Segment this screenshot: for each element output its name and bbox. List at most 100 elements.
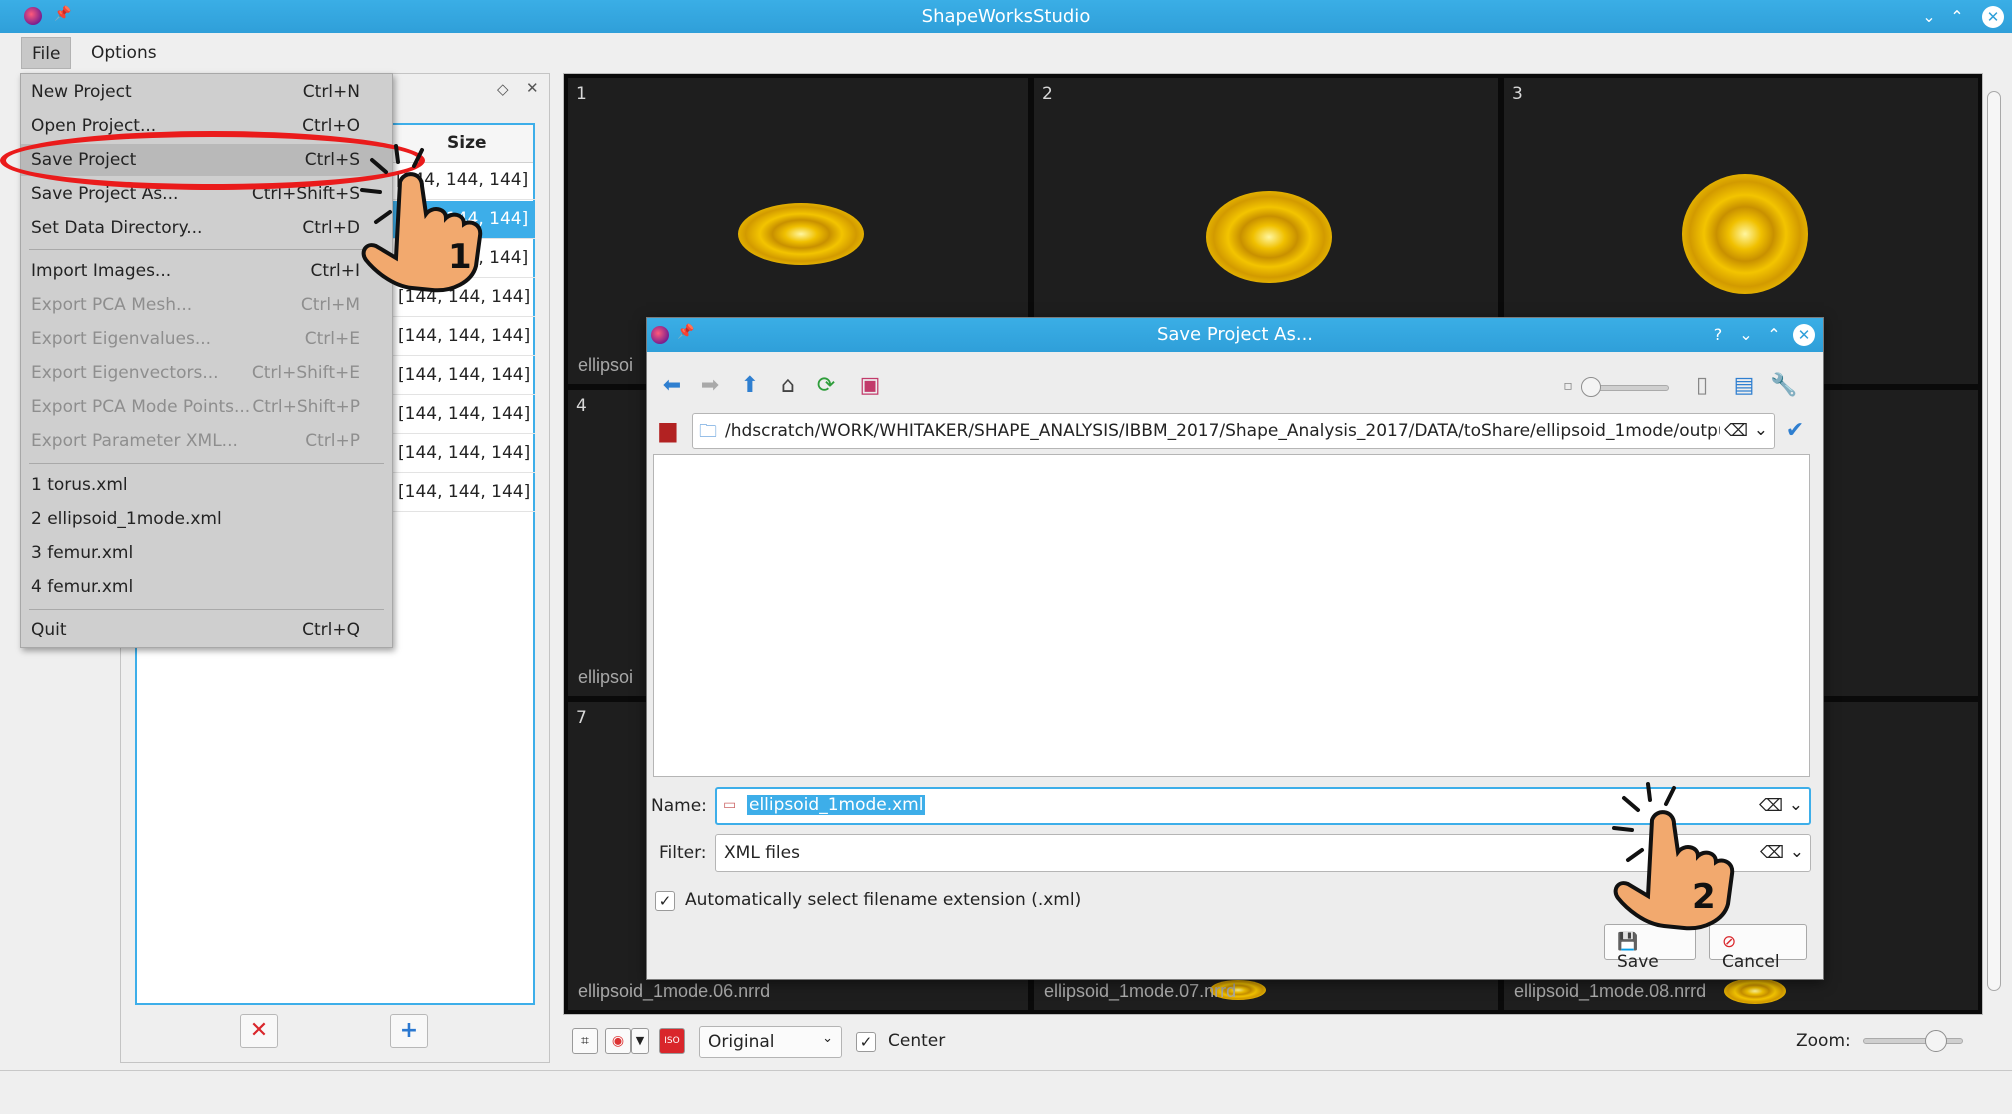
maximize-icon[interactable]: ⌃ (1946, 6, 1968, 28)
chevron-down-icon: ⌄ (822, 1031, 833, 1046)
close-icon[interactable]: ✕ (1982, 6, 2004, 28)
chevron-down-icon[interactable]: ⌄ (1789, 795, 1803, 815)
reload-icon[interactable]: ⟳ (811, 371, 841, 401)
tile-number: 1 (576, 84, 587, 104)
viewer-scrollbar[interactable] (1984, 73, 2004, 1015)
menu-item-recent-1[interactable]: 1 torus.xml (21, 469, 392, 501)
size-cell: [144, 144, 144] (398, 443, 531, 463)
menu-item-export-pca-mode-points: Export PCA Mode Points... Ctrl+Shift+P (31, 397, 360, 417)
menubar: File Options (14, 33, 2004, 73)
fit-view-button[interactable]: ⌗ (572, 1028, 598, 1054)
center-label: Center (888, 1031, 946, 1051)
file-list-area[interactable] (653, 454, 1810, 777)
name-label: Name: (651, 796, 707, 816)
menu-options[interactable]: Options (81, 37, 167, 69)
chevron-down-icon[interactable]: ⌄ (1753, 420, 1768, 440)
step-number-2: 2 (1692, 877, 1716, 917)
tile-label: ellipsoid_1mode.06.nrrd (578, 981, 771, 1001)
view-mode-select[interactable]: Original ⌄ (699, 1026, 842, 1058)
checkmark-icon[interactable]: ✔ (1780, 416, 1810, 446)
save-button-label: Save (1617, 952, 1659, 972)
home-icon[interactable]: ⌂ (773, 371, 803, 401)
icon-size-slider-handle[interactable] (1581, 377, 1601, 397)
zoom-label: Zoom: (1796, 1031, 1851, 1051)
help-icon[interactable]: ? (1707, 324, 1729, 346)
window-title: ShapeWorksStudio (921, 6, 1091, 27)
chevron-down-icon[interactable]: ⌄ (1790, 842, 1804, 862)
folder-icon: 🗀 (699, 421, 717, 442)
auto-extension-label: Automatically select filename extension … (685, 890, 1082, 910)
viewer-toolbar: ⌗ ◉ ▼ ISO Original ⌄ ✓ Center Zoom: (563, 1020, 1983, 1064)
up-icon[interactable]: ⬆ (735, 371, 765, 401)
view-mode-button[interactable]: ◉ (605, 1028, 631, 1054)
menu-item-quit[interactable]: Quit Ctrl+Q (21, 614, 392, 646)
forward-icon: ➡ (700, 373, 720, 398)
pointer-hand-icon: 2 (1612, 782, 1735, 931)
path-combobox[interactable]: 🗀 /hdscratch/WORK/WHITAKER/SHAPE_ANALYSI… (692, 413, 1775, 449)
iso-button[interactable]: ISO (659, 1028, 685, 1054)
clear-icon[interactable]: ⌫ (1719, 421, 1748, 441)
zoom-slider-handle[interactable] (1925, 1030, 1947, 1052)
file-icon: ▭ (723, 797, 737, 813)
step-number-1: 1 (448, 237, 472, 277)
menu-separator (29, 463, 384, 464)
tile-label: ellipsoi (578, 355, 634, 375)
menu-item-export-eigenvectors: Export Eigenvectors... Ctrl+Shift+E (31, 363, 360, 383)
menu-item-recent-3[interactable]: 3 femur.xml (21, 537, 392, 569)
menu-item-recent-4[interactable]: 4 femur.xml (21, 571, 392, 603)
size-cell: [144, 144, 144] (398, 365, 531, 385)
ellipsoid-shape (738, 203, 864, 265)
menu-file[interactable]: File (21, 37, 72, 69)
pointer-hand-icon: 1 (360, 144, 483, 293)
menu-item-import-images[interactable]: Import Images... Ctrl+I (21, 255, 392, 287)
tile-number: 2 (1042, 84, 1053, 104)
name-value: ellipsoid_1mode.xml (747, 795, 926, 815)
center-checkbox[interactable]: ✓ (856, 1032, 876, 1052)
zoom-slider[interactable] (1863, 1038, 1963, 1044)
folder-icon[interactable]: ▆ (653, 416, 683, 446)
menu-item-recent-2[interactable]: 2 ellipsoid_1mode.xml (21, 503, 392, 535)
filter-label: Filter: (659, 843, 707, 863)
tile-number: 3 (1512, 84, 1523, 104)
tile-number: 7 (576, 708, 587, 728)
main-titlebar: 📌 ShapeWorksStudio ⌄ ⌃ ✕ (0, 0, 2012, 33)
dock-float-icon[interactable]: ◇ (497, 80, 509, 98)
minimize-icon[interactable]: ⌄ (1735, 324, 1757, 346)
menu-item-export-eigenvalues: Export Eigenvalues... Ctrl+E (31, 329, 360, 349)
options-wrench-icon[interactable]: 🔧 (1769, 371, 1799, 401)
back-icon[interactable]: ⬅ (657, 371, 687, 401)
path-value: /hdscratch/WORK/WHITAKER/SHAPE_ANALYSIS/… (725, 421, 1741, 441)
menu-item-new-project[interactable]: New Project Ctrl+N (21, 76, 392, 108)
ellipsoid-shape (1682, 174, 1808, 294)
size-cell: [144, 144, 144] (398, 482, 531, 502)
tile-label: ellipsoid_1mode.07.nrrd (1044, 981, 1237, 1001)
scrollbar-track[interactable] (1987, 91, 2001, 991)
small-file-icon: ▫ (1563, 378, 1573, 394)
chevron-down-icon[interactable]: ▼ (631, 1028, 649, 1054)
tile-number: 4 (576, 396, 587, 416)
size-cell: [144, 144, 144] (398, 404, 531, 424)
minimize-icon[interactable]: ⌄ (1918, 6, 1940, 28)
remove-button[interactable]: ✕ (240, 1014, 278, 1048)
menu-separator (29, 609, 384, 610)
maximize-icon[interactable]: ⌃ (1763, 324, 1785, 346)
tile-label: ellipsoi (578, 667, 634, 687)
dock-close-icon[interactable]: ✕ (526, 79, 539, 97)
dialog-titlebar: 📌 Save Project As... ? ⌄ ⌃ ✕ (647, 318, 1823, 352)
menu-item-export-parameter-xml: Export Parameter XML... Ctrl+P (31, 431, 360, 451)
preview-icon[interactable]: ▣ (855, 371, 885, 401)
cancel-button-label: Cancel (1722, 952, 1780, 972)
close-icon[interactable]: ✕ (1793, 324, 1815, 346)
ellipsoid-shape (1206, 191, 1332, 283)
add-button[interactable]: + (390, 1014, 428, 1048)
size-cell: [144, 144, 144] (398, 326, 531, 346)
auto-extension-checkbox[interactable]: ✓ (655, 891, 675, 911)
menu-item-set-data-directory[interactable]: Set Data Directory... Ctrl+D (21, 212, 392, 244)
filter-value: XML files (724, 843, 800, 863)
large-file-icon: ▯ (1695, 373, 1709, 398)
status-bar (0, 1070, 2012, 1114)
menu-item-export-pca-mesh: Export PCA Mesh... Ctrl+M (31, 295, 360, 315)
ellipsoid-shape (1724, 978, 1786, 1004)
new-folder-icon[interactable]: ▤ (1729, 371, 1759, 401)
view-mode-value: Original (708, 1032, 775, 1052)
